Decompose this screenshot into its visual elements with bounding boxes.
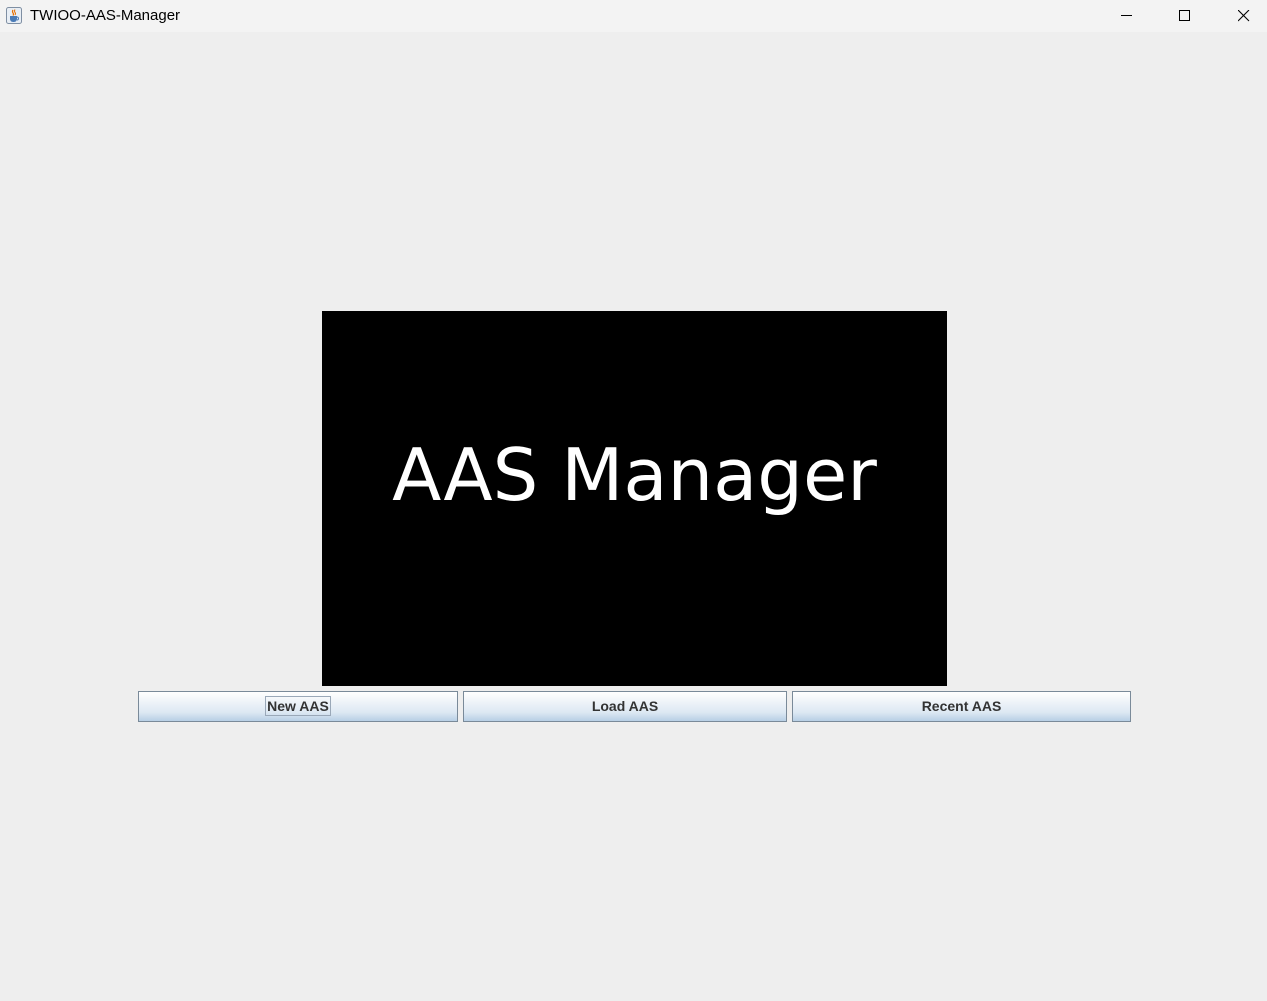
java-cup-icon — [6, 7, 22, 24]
minimize-icon — [1121, 15, 1132, 16]
app-window: TWIOO-AAS-Manager AAS Manager New AAS Lo — [0, 0, 1267, 1001]
main-panel: AAS Manager New AAS Load AAS Recent AAS — [0, 32, 1267, 1001]
recent-aas-button[interactable]: Recent AAS — [792, 691, 1131, 722]
new-aas-label: New AAS — [265, 696, 331, 716]
window-title: TWIOO-AAS-Manager — [30, 7, 181, 24]
maximize-icon — [1179, 10, 1190, 21]
close-icon — [1238, 10, 1250, 22]
logo-banner: AAS Manager — [322, 311, 947, 686]
title-bar[interactable]: TWIOO-AAS-Manager — [0, 0, 1267, 32]
close-button[interactable] — [1221, 0, 1267, 32]
minimize-button[interactable] — [1104, 0, 1150, 32]
maximize-button[interactable] — [1162, 0, 1208, 32]
load-aas-button[interactable]: Load AAS — [463, 691, 787, 722]
load-aas-label: Load AAS — [591, 698, 659, 714]
new-aas-button[interactable]: New AAS — [138, 691, 458, 722]
logo-text: AAS Manager — [392, 433, 877, 517]
recent-aas-label: Recent AAS — [921, 698, 1002, 714]
